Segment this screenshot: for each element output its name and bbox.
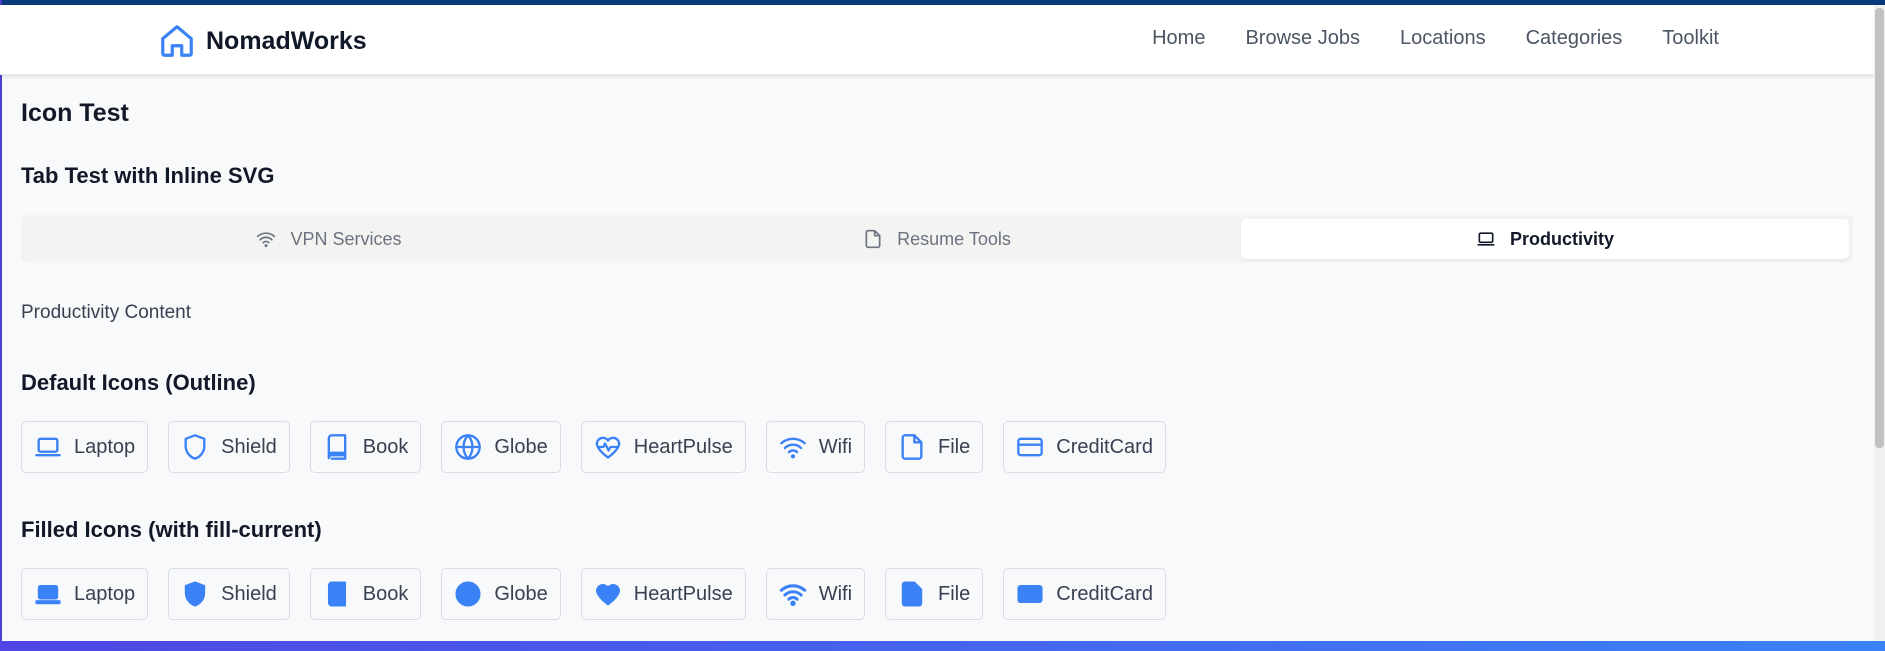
- outline-creditcard-chip: CreditCard: [1003, 421, 1166, 473]
- wifi-icon: [257, 232, 276, 248]
- icon-label: Globe: [494, 435, 548, 458]
- nav-links: Home Browse Jobs Locations Categories To…: [1152, 27, 1719, 50]
- nav-link-home[interactable]: Home: [1152, 27, 1205, 50]
- heart-pulse-icon: [595, 583, 620, 606]
- filled-wifi-chip: Wifi: [765, 568, 866, 620]
- icon-label: Shield: [221, 582, 277, 605]
- file-icon: [901, 581, 923, 607]
- outline-laptop-chip: Laptop: [21, 421, 149, 473]
- credit-card-icon: [1017, 584, 1043, 604]
- laptop-icon: [35, 584, 61, 605]
- tab-list: VPN Services Resume Tools Productivity: [21, 215, 1853, 263]
- nav-link-locations[interactable]: Locations: [1400, 27, 1486, 50]
- icon-label: HeartPulse: [633, 582, 733, 605]
- icon-label: Book: [362, 435, 409, 458]
- filled-book-chip: Book: [309, 568, 422, 620]
- filled-icon-row: Laptop Shield Book Globe HeartPulse Wifi…: [21, 568, 1166, 620]
- outline-shield-chip: Shield: [168, 421, 290, 473]
- heart-pulse-icon: [595, 436, 621, 459]
- tab-resume-tools[interactable]: Resume Tools: [633, 219, 1241, 259]
- outline-wifi-chip: Wifi: [765, 421, 866, 473]
- wifi-icon: [779, 437, 806, 459]
- outline-icon-row: Laptop Shield Book Globe HeartPulse Wifi…: [21, 421, 1166, 473]
- filled-shield-chip: Shield: [168, 568, 290, 620]
- icon-label: Laptop: [74, 582, 136, 605]
- tab-vpn-services[interactable]: VPN Services: [25, 219, 633, 259]
- nav-link-categories[interactable]: Categories: [1526, 27, 1623, 50]
- icon-label: Globe: [494, 582, 548, 605]
- file-icon: [865, 229, 881, 249]
- icon-label: Book: [362, 582, 409, 605]
- filled-creditcard-chip: CreditCard: [1003, 568, 1166, 620]
- outline-section-title: Default Icons (Outline): [21, 370, 256, 395]
- nav-link-browse-jobs[interactable]: Browse Jobs: [1245, 27, 1360, 50]
- page-title: Icon Test: [21, 99, 129, 127]
- credit-card-icon: [1017, 437, 1044, 457]
- filled-laptop-chip: Laptop: [21, 568, 149, 620]
- tab-label: Productivity: [1509, 228, 1615, 249]
- tab-section-title: Tab Test with Inline SVG: [21, 163, 275, 188]
- outline-book-chip: Book: [309, 421, 422, 473]
- icon-label: Shield: [221, 435, 277, 458]
- nav-link-toolkit[interactable]: Toolkit: [1662, 27, 1719, 50]
- file-icon: [901, 434, 923, 460]
- icon-label: Wifi: [818, 582, 853, 605]
- scrollbar-thumb[interactable]: [1875, 8, 1884, 448]
- icon-label: File: [938, 435, 971, 458]
- shield-icon: [184, 434, 206, 460]
- laptop-icon: [35, 437, 61, 457]
- icon-label: CreditCard: [1056, 582, 1153, 605]
- icon-label: HeartPulse: [633, 435, 733, 458]
- navbar: NomadWorks Home Browse Jobs Locations Ca…: [0, 5, 1874, 75]
- filled-section-title: Filled Icons (with fill-current): [21, 517, 322, 542]
- home-icon: [161, 25, 193, 57]
- outline-heartpulse-chip: HeartPulse: [580, 421, 746, 473]
- icon-label: File: [938, 582, 971, 605]
- laptop-icon: [1477, 232, 1495, 246]
- icon-label: Wifi: [818, 435, 853, 458]
- outline-file-chip: File: [885, 421, 984, 473]
- globe-icon: [455, 434, 482, 460]
- shield-icon: [184, 581, 206, 607]
- tab-label: Resume Tools: [897, 228, 1011, 249]
- bottom-gradient-strip: [0, 641, 1885, 651]
- filled-file-chip: File: [885, 568, 984, 620]
- icon-label: Laptop: [74, 435, 136, 458]
- outline-globe-chip: Globe: [441, 421, 561, 473]
- tab-panel-content: Productivity Content: [21, 302, 192, 323]
- brand-logo-link[interactable]: NomadWorks: [158, 21, 367, 61]
- book-icon: [327, 581, 346, 607]
- brand-name: NomadWorks: [206, 26, 367, 55]
- icon-label: CreditCard: [1056, 435, 1153, 458]
- left-edge-border: [0, 0, 2, 651]
- book-icon: [327, 434, 347, 460]
- tab-label: VPN Services: [290, 228, 402, 249]
- filled-globe-chip: Globe: [441, 568, 561, 620]
- wifi-icon: [779, 584, 806, 607]
- globe-icon: [455, 581, 481, 607]
- tab-productivity[interactable]: Productivity: [1241, 219, 1849, 259]
- filled-heartpulse-chip: HeartPulse: [580, 568, 746, 620]
